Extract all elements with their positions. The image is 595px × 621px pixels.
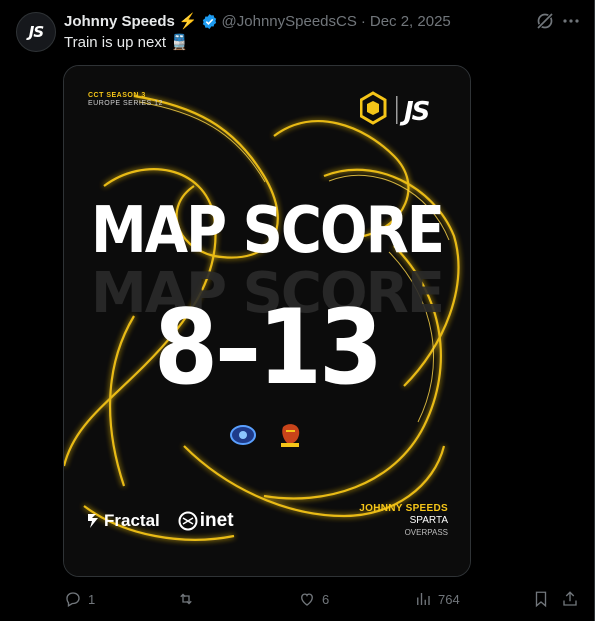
tournament-line2: EUROPE SERIES 12 bbox=[88, 100, 163, 107]
map-score: 8–13 bbox=[153, 287, 383, 408]
reply-button[interactable]: 1 bbox=[64, 590, 95, 608]
post-date[interactable]: Dec 2, 2025 bbox=[370, 13, 451, 30]
match-info: JOHNNY SPEEDS SPARTA OVERPASS bbox=[359, 503, 448, 539]
avatar[interactable]: JS bbox=[16, 12, 56, 52]
views-chart-icon bbox=[417, 593, 430, 605]
heart-icon bbox=[301, 593, 313, 606]
sparta-logo-icon bbox=[281, 424, 300, 447]
repost-icon bbox=[180, 593, 192, 605]
lightning-icon: ⚡ bbox=[178, 13, 198, 30]
inet-sponsor: inet bbox=[178, 510, 234, 532]
cct-logo-icon bbox=[360, 91, 387, 125]
sponsors: Fractal inet bbox=[86, 510, 234, 532]
bookmark-icon bbox=[535, 591, 547, 608]
verified-badge-icon[interactable] bbox=[201, 13, 218, 30]
repost-button[interactable] bbox=[177, 590, 201, 608]
display-name[interactable]: Johnny Speeds bbox=[64, 13, 175, 30]
action-bar: 1 6 764 bbox=[64, 590, 584, 610]
view-count: 764 bbox=[438, 591, 460, 607]
team-logos bbox=[229, 423, 303, 449]
more-options-icon[interactable] bbox=[561, 11, 581, 31]
tournament-label: CCT SEASON 3 EUROPE SERIES 12 bbox=[88, 92, 163, 108]
headline: MAP SCORE bbox=[90, 193, 445, 268]
views-button[interactable]: 764 bbox=[414, 590, 460, 608]
share-button[interactable] bbox=[561, 590, 579, 608]
johnny-speeds-logo-icon bbox=[230, 425, 256, 445]
train-emoji: 🚆 bbox=[170, 34, 189, 51]
fractal-label: Fractal bbox=[104, 511, 160, 530]
top-logos: JS bbox=[360, 91, 432, 127]
post-text-content: Train is up next bbox=[64, 33, 166, 51]
fractal-sponsor: Fractal bbox=[86, 511, 160, 531]
avatar-logo: JS bbox=[28, 23, 44, 41]
reply-icon bbox=[66, 592, 80, 607]
grok-icon[interactable] bbox=[535, 11, 555, 31]
like-button[interactable]: 6 bbox=[298, 590, 329, 608]
map-name: OVERPASS bbox=[404, 528, 448, 537]
bookmark-button[interactable] bbox=[532, 590, 550, 608]
post-media-image[interactable]: CCT SEASON 3 EUROPE SERIES 12 JS MAP SCO… bbox=[63, 65, 471, 577]
post-container[interactable]: JS Johnny Speeds ⚡ @JohnnySpeedsCS · Dec… bbox=[0, 0, 595, 621]
reply-count: 1 bbox=[88, 591, 96, 607]
share-icon bbox=[563, 591, 577, 606]
like-count: 6 bbox=[322, 591, 330, 607]
post-header: Johnny Speeds ⚡ @JohnnySpeedsCS · Dec 2,… bbox=[64, 11, 451, 31]
post-text: Train is up next 🚆 bbox=[64, 33, 189, 52]
fractal-logo-icon bbox=[88, 514, 98, 528]
separator-dot: · bbox=[360, 12, 366, 30]
js-logo-icon: JS bbox=[399, 97, 430, 127]
tournament-line1: CCT SEASON 3 bbox=[88, 92, 146, 99]
team-a-label: JOHNNY SPEEDS bbox=[359, 503, 448, 514]
inet-label: inet bbox=[199, 510, 234, 531]
inet-logo-icon bbox=[178, 511, 198, 531]
team-b-label: SPARTA bbox=[409, 515, 448, 526]
user-handle[interactable]: @JohnnySpeedsCS bbox=[222, 13, 357, 30]
